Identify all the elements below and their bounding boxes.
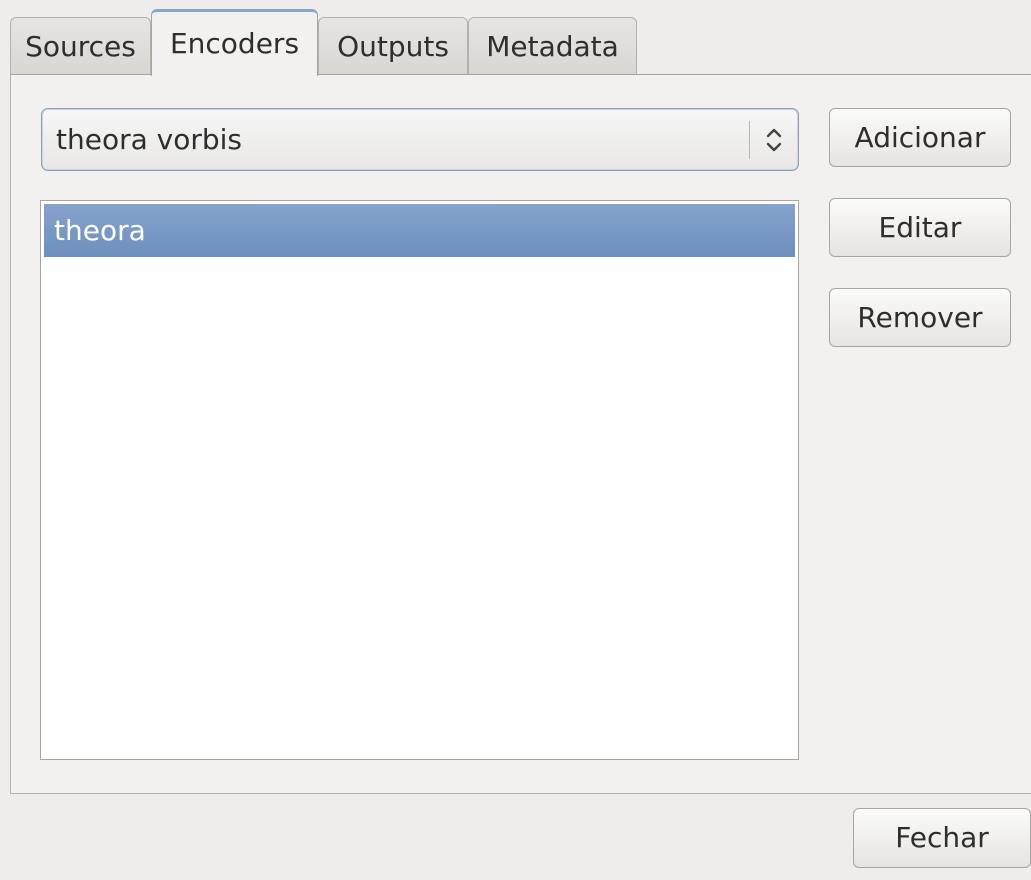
- encoder-profile-value: theora vorbis: [56, 123, 243, 156]
- tab-bar: Sources Encoders Outputs Metadata: [0, 0, 1031, 76]
- remove-button[interactable]: Remover: [829, 288, 1011, 347]
- dialog-window: Sources Encoders Outputs Metadata theora…: [0, 0, 1031, 880]
- encoder-profile-combo[interactable]: theora vorbis: [41, 108, 799, 171]
- list-item[interactable]: theora: [44, 204, 795, 257]
- tab-outputs[interactable]: Outputs: [318, 17, 468, 75]
- close-button[interactable]: Fechar: [853, 808, 1031, 868]
- updown-chevron-icon: [766, 128, 782, 152]
- edit-button[interactable]: Editar: [829, 198, 1011, 257]
- tab-sources[interactable]: Sources: [10, 17, 151, 75]
- combo-separator: [749, 121, 750, 159]
- add-button[interactable]: Adicionar: [829, 108, 1011, 167]
- tab-metadata[interactable]: Metadata: [468, 17, 637, 75]
- encoder-list[interactable]: theora: [40, 200, 799, 760]
- tab-encoders[interactable]: Encoders: [151, 9, 318, 76]
